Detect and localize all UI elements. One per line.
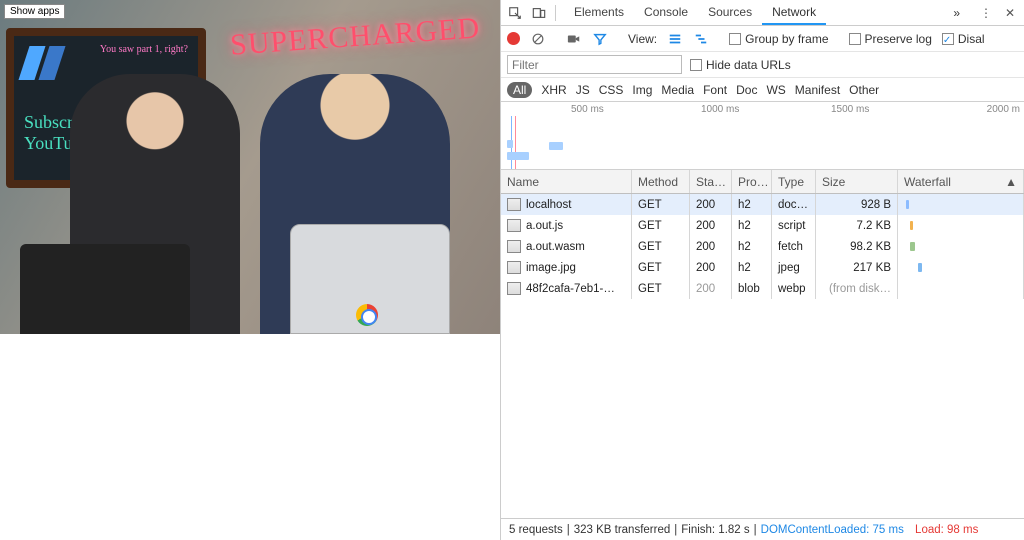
request-row[interactable]: localhostGET200h2doc…928 B	[501, 194, 1024, 215]
tab-sources[interactable]: Sources	[698, 1, 762, 25]
show-apps-button[interactable]: Show apps	[4, 4, 65, 19]
type-filter-doc[interactable]: Doc	[736, 83, 757, 97]
status-transferred: 323 KB transferred	[574, 524, 671, 536]
chalk-text-pink: You saw part 1, right?	[100, 44, 188, 55]
preserve-log-checkbox[interactable]: Preserve log	[849, 32, 932, 46]
type-filter-other[interactable]: Other	[849, 83, 879, 97]
status-dcl: DOMContentLoaded: 75 ms	[761, 524, 904, 536]
video-still: Show apps You saw part 1, right? Subscri…	[0, 0, 500, 334]
tab-console[interactable]: Console	[634, 1, 698, 25]
devtools-panel: ElementsConsoleSourcesNetwork » ⋮ ✕ View…	[500, 0, 1024, 540]
status-requests: 5 requests	[509, 524, 563, 536]
request-row[interactable]: image.jpgGET200h2jpeg217 KB	[501, 257, 1024, 278]
request-row[interactable]: a.out.jsGET200h2script7.2 KB	[501, 215, 1024, 236]
clear-button[interactable]	[530, 31, 546, 47]
file-icon	[507, 282, 521, 295]
device-toggle-icon[interactable]	[531, 5, 547, 21]
record-button[interactable]	[507, 32, 520, 45]
tab-network[interactable]: Network	[762, 1, 826, 25]
view-waterfall-icon[interactable]	[693, 31, 709, 47]
laptop-left	[20, 244, 190, 334]
filter-icon[interactable]	[592, 31, 608, 47]
col-method[interactable]: Method	[632, 170, 690, 193]
type-filter-js[interactable]: JS	[576, 83, 590, 97]
polymer-logo-icon	[24, 46, 68, 84]
request-row[interactable]: a.out.wasmGET200h2fetch98.2 KB	[501, 236, 1024, 257]
type-filter-media[interactable]: Media	[661, 83, 694, 97]
filter-row: Hide data URLs	[501, 52, 1024, 78]
status-finish: Finish: 1.82 s	[681, 524, 749, 536]
neon-sign: SUPERCHARGED	[229, 11, 481, 62]
network-column-headers: Name Method Sta… Pro… Type Size Waterfal…	[501, 170, 1024, 194]
tabs-overflow-button[interactable]: »	[949, 6, 964, 20]
devtools-tabbar: ElementsConsoleSourcesNetwork » ⋮ ✕	[501, 0, 1024, 26]
view-list-icon[interactable]	[667, 31, 683, 47]
col-name[interactable]: Name	[501, 170, 632, 193]
network-request-list: localhostGET200h2doc…928 Ba.out.jsGET200…	[501, 194, 1024, 518]
filter-input[interactable]	[507, 55, 682, 74]
status-bar: 5 requests | 323 KB transferred | Finish…	[501, 518, 1024, 540]
col-protocol[interactable]: Pro…	[732, 170, 772, 193]
type-filter-all[interactable]: All	[507, 82, 532, 98]
file-icon	[507, 240, 521, 253]
file-icon	[507, 219, 521, 232]
disable-cache-checkbox[interactable]: Disal	[942, 32, 985, 46]
status-load: Load: 98 ms	[915, 524, 978, 536]
col-type[interactable]: Type	[772, 170, 816, 193]
type-filter-img[interactable]: Img	[632, 83, 652, 97]
timeline-overview[interactable]: 500 ms 1000 ms 1500 ms 2000 m	[501, 102, 1024, 170]
col-waterfall[interactable]: Waterfall▲	[898, 170, 1024, 193]
sort-asc-icon: ▲	[1005, 175, 1017, 189]
file-icon	[507, 261, 521, 274]
file-icon	[507, 198, 521, 211]
view-label: View:	[628, 32, 657, 46]
type-filter-xhr[interactable]: XHR	[541, 83, 566, 97]
type-filter-manifest[interactable]: Manifest	[795, 83, 840, 97]
page-content: Show apps You saw part 1, right? Subscri…	[0, 0, 500, 540]
request-row[interactable]: 48f2cafa-7eb1-…GET200blobwebp(from disk…	[501, 278, 1024, 299]
col-size[interactable]: Size	[816, 170, 898, 193]
inspect-icon[interactable]	[507, 5, 523, 21]
chrome-logo-icon	[356, 304, 378, 326]
devtools-close-button[interactable]: ✕	[1002, 5, 1018, 21]
type-filter-css[interactable]: CSS	[599, 83, 624, 97]
type-filter-row: All XHR JS CSS Img Media Font Doc WS Manifest Oth…	[501, 78, 1024, 102]
tab-elements[interactable]: Elements	[564, 1, 634, 25]
devtools-menu-button[interactable]: ⋮	[978, 5, 994, 21]
col-status[interactable]: Sta…	[690, 170, 732, 193]
camera-icon[interactable]	[566, 31, 582, 47]
type-filter-font[interactable]: Font	[703, 83, 727, 97]
type-filter-ws[interactable]: WS	[766, 83, 785, 97]
network-toolbar: View: Group by frame Preserve log Disal	[501, 26, 1024, 52]
hide-data-urls-checkbox[interactable]: Hide data URLs	[690, 58, 791, 72]
group-by-frame-checkbox[interactable]: Group by frame	[729, 32, 828, 46]
